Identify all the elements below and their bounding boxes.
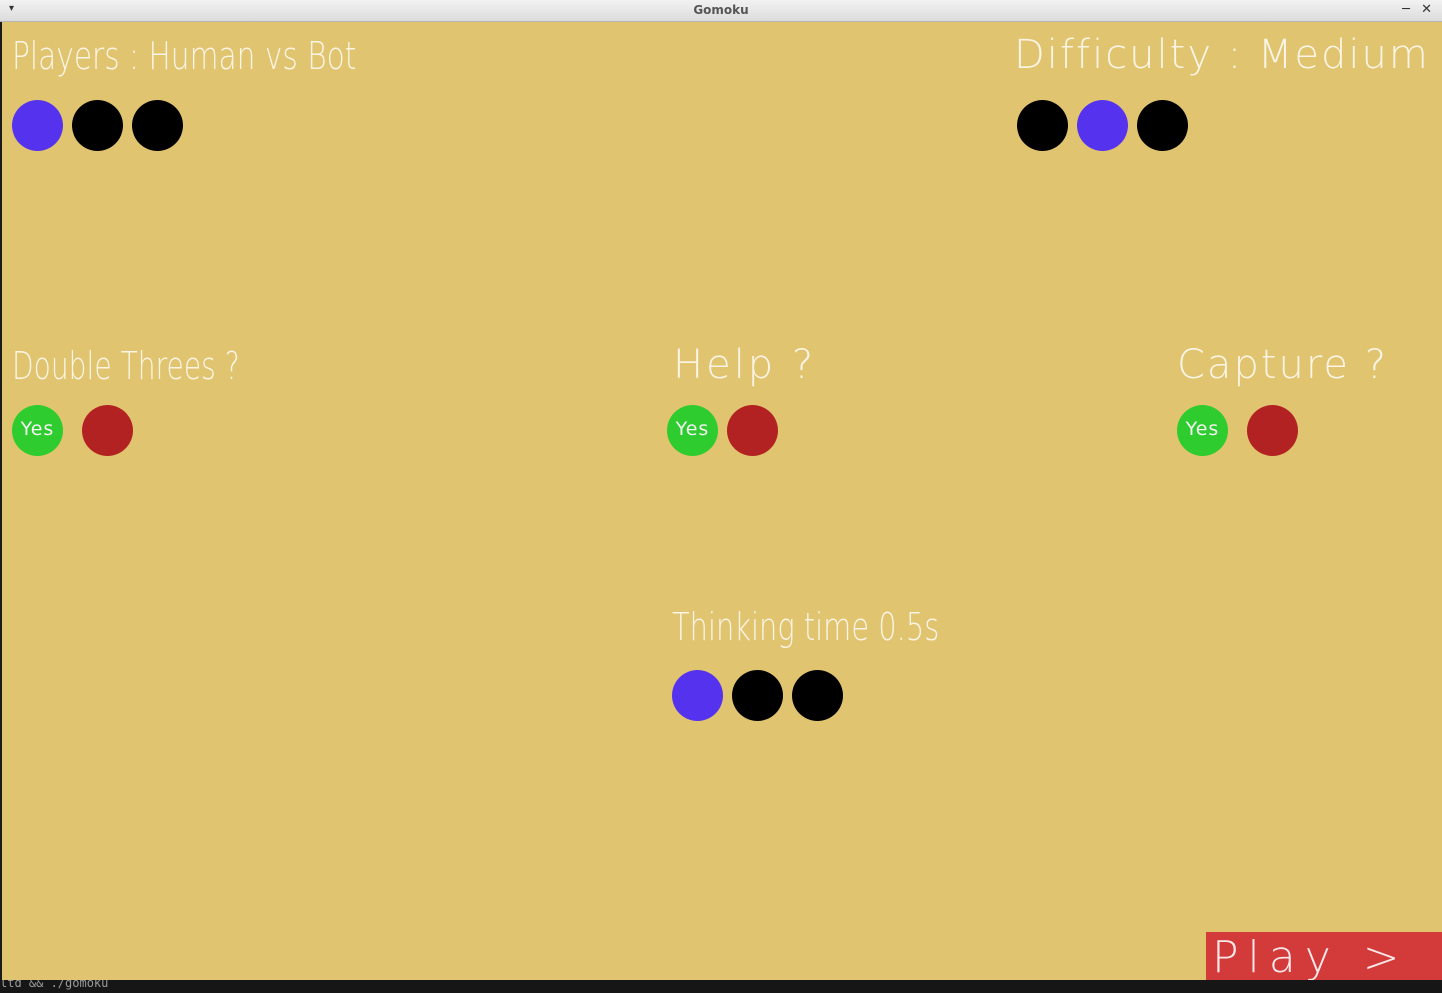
players-option-3[interactable] xyxy=(132,100,183,151)
thinking-time-option-3[interactable] xyxy=(792,670,843,721)
help-yes-label: Yes xyxy=(675,418,710,440)
minimize-icon[interactable]: ─ xyxy=(1402,2,1410,17)
play-button[interactable]: Play > xyxy=(1206,932,1442,980)
double-threes-yes-button[interactable]: Yes xyxy=(12,405,63,456)
capture-no-button[interactable] xyxy=(1247,405,1298,456)
window-titlebar: ▾ Gomoku ─ ✕ xyxy=(0,0,1442,22)
settings-screen: Players : Human vs Bot Difficulty : Medi… xyxy=(2,22,1442,980)
difficulty-option-1[interactable] xyxy=(1017,100,1068,151)
capture-yes-label: Yes xyxy=(1185,418,1220,440)
play-button-label: Play > xyxy=(1212,932,1409,980)
thinking-time-option-2[interactable] xyxy=(732,670,783,721)
players-label: Players : Human vs Bot xyxy=(12,34,357,78)
window-title: Gomoku xyxy=(693,3,749,17)
players-option-1[interactable] xyxy=(12,100,63,151)
difficulty-label: Difficulty : Medium xyxy=(1014,32,1430,78)
thinking-time-option-1[interactable] xyxy=(672,670,723,721)
terminal-fragment: ltd && ./gomoku xyxy=(0,980,1442,993)
help-label: Help ? xyxy=(673,342,817,388)
help-no-button[interactable] xyxy=(727,405,778,456)
close-icon[interactable]: ✕ xyxy=(1421,2,1432,17)
double-threes-yes-label: Yes xyxy=(20,418,55,440)
help-yes-button[interactable]: Yes xyxy=(667,405,718,456)
difficulty-option-3[interactable] xyxy=(1137,100,1188,151)
thinking-time-label: Thinking time 0.5s xyxy=(672,605,940,649)
terminal-fragment-text: ltd && ./gomoku xyxy=(0,980,109,990)
double-threes-label: Double Threes ? xyxy=(12,344,240,388)
capture-label: Capture ? xyxy=(1177,342,1388,388)
players-option-2[interactable] xyxy=(72,100,123,151)
double-threes-no-button[interactable] xyxy=(82,405,133,456)
difficulty-option-2[interactable] xyxy=(1077,100,1128,151)
capture-yes-button[interactable]: Yes xyxy=(1177,405,1228,456)
